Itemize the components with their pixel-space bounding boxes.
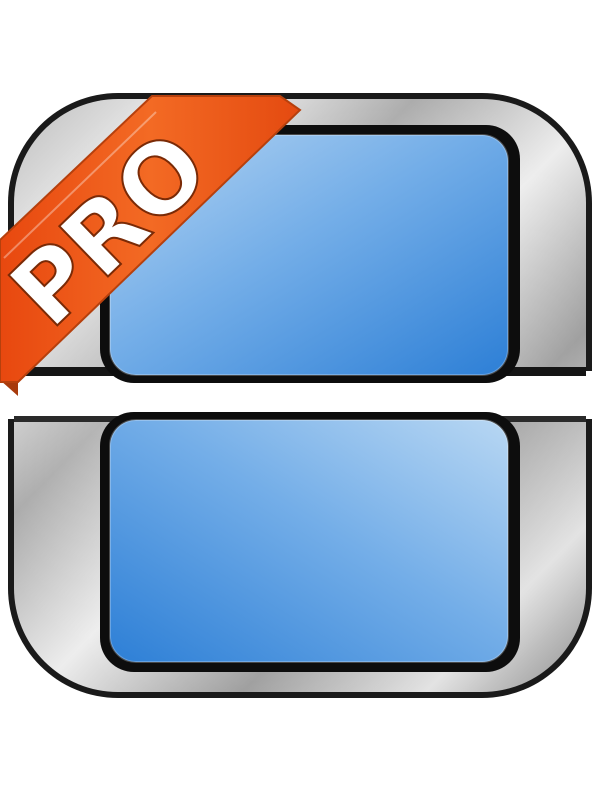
bottom-screen [110,420,508,662]
dual-screen-console-icon: PRO [0,93,592,698]
app-icon: PRO [0,0,600,800]
